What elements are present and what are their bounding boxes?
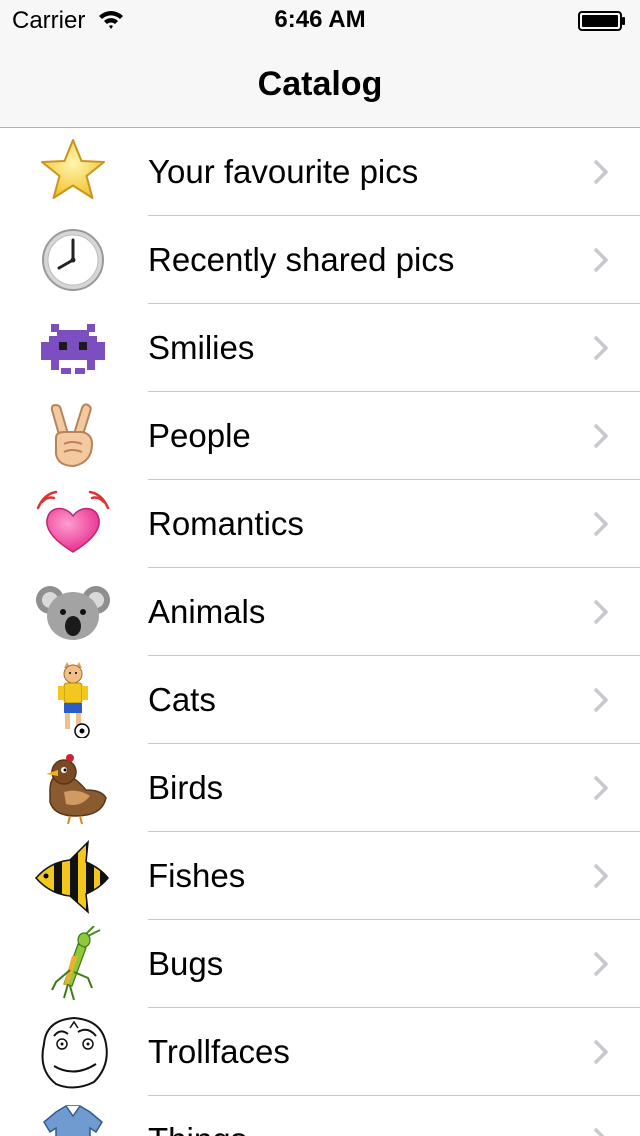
koala-icon xyxy=(30,574,116,650)
catalog-item-label: Smilies xyxy=(148,329,255,366)
chevron-right-icon xyxy=(594,600,608,624)
trollface-icon xyxy=(30,1014,116,1090)
space-invader-icon xyxy=(30,310,116,386)
catalog-item-favourites[interactable]: Your favourite pics xyxy=(0,128,640,216)
chevron-right-icon xyxy=(594,336,608,360)
chevron-right-icon xyxy=(594,776,608,800)
catalog-item-cats[interactable]: Cats xyxy=(0,656,640,744)
chevron-right-icon xyxy=(594,248,608,272)
catalog-item-bugs[interactable]: Bugs xyxy=(0,920,640,1008)
catalog-item-label: Cats xyxy=(148,681,216,718)
catalog-item-fishes[interactable]: Fishes xyxy=(0,832,640,920)
angelfish-icon xyxy=(30,838,116,914)
status-time: 6:46 AM xyxy=(274,6,366,33)
cat-footballer-icon xyxy=(30,662,116,738)
catalog-list[interactable]: Your favourite pics Recently shared pics xyxy=(0,128,640,1136)
chevron-right-icon xyxy=(594,424,608,448)
catalog-item-label: Trollfaces xyxy=(148,1033,290,1070)
vibrating-heart-icon xyxy=(30,486,116,562)
chevron-right-icon xyxy=(594,160,608,184)
navigation-bar: Catalog xyxy=(0,40,640,128)
shirt-icon xyxy=(30,1102,116,1136)
catalog-item-label: Animals xyxy=(148,593,266,630)
catalog-item-label: Romantics xyxy=(148,505,304,542)
catalog-item-recently-shared[interactable]: Recently shared pics xyxy=(0,216,640,304)
chevron-right-icon xyxy=(594,864,608,888)
catalog-item-label: Things xyxy=(148,1120,247,1136)
catalog-item-label: Recently shared pics xyxy=(148,241,455,278)
catalog-item-label: Birds xyxy=(148,769,224,806)
catalog-item-smilies[interactable]: Smilies xyxy=(0,304,640,392)
catalog-item-label: Fishes xyxy=(148,857,246,894)
status-bar: Carrier 6:46 AM xyxy=(0,0,640,40)
page-title: Catalog xyxy=(257,65,383,103)
catalog-item-people[interactable]: People xyxy=(0,392,640,480)
catalog-item-birds[interactable]: Birds xyxy=(0,744,640,832)
star-icon xyxy=(30,134,116,210)
catalog-item-label: People xyxy=(148,417,251,454)
chevron-right-icon xyxy=(594,1128,605,1136)
catalog-item-label: Your favourite pics xyxy=(148,153,419,190)
catalog-item-animals[interactable]: Animals xyxy=(0,568,640,656)
grasshopper-icon xyxy=(30,926,116,1002)
chevron-right-icon xyxy=(594,1040,608,1064)
catalog-item-things[interactable]: Things xyxy=(0,1096,640,1136)
chevron-right-icon xyxy=(594,512,608,536)
chevron-right-icon xyxy=(594,952,608,976)
clock-icon xyxy=(30,222,116,298)
catalog-item-label: Bugs xyxy=(148,945,224,982)
victory-hand-icon xyxy=(30,398,116,474)
bird-icon xyxy=(30,750,116,826)
catalog-item-trollfaces[interactable]: Trollfaces xyxy=(0,1008,640,1096)
catalog-item-romantics[interactable]: Romantics xyxy=(0,480,640,568)
battery-icon xyxy=(578,11,625,31)
chevron-right-icon xyxy=(594,688,608,712)
